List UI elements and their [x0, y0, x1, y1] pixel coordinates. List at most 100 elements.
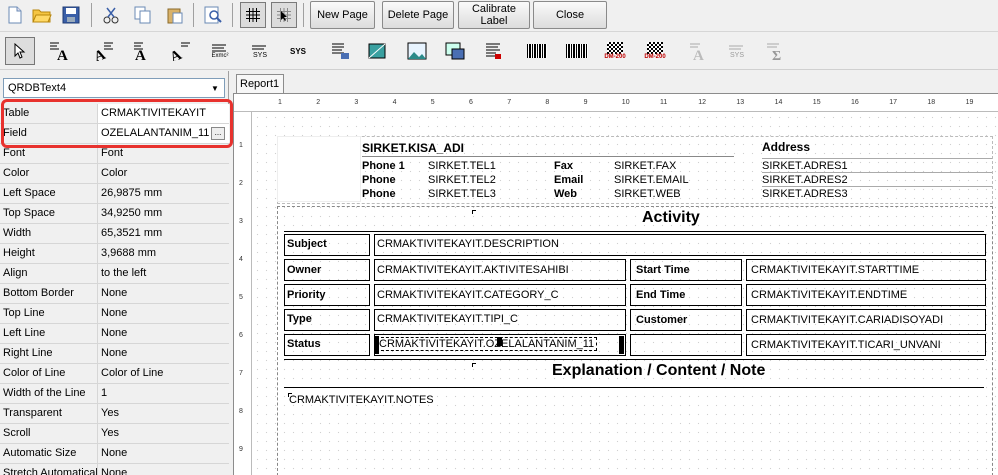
web-field[interactable]: SIRKET.WEB: [614, 188, 681, 200]
property-row[interactable]: Stretch Automatical None: [0, 464, 229, 475]
property-row[interactable]: Color of Line Color of Line: [0, 364, 229, 384]
property-value[interactable]: None: [98, 344, 229, 363]
email-field[interactable]: SIRKET.EMAIL: [614, 174, 689, 186]
system-data-icon[interactable]: SYS: [245, 37, 275, 65]
customer-field[interactable]: CRMAKTIVITEKAYIT.CARIADISOYADI: [751, 314, 943, 326]
property-value[interactable]: None: [98, 444, 229, 463]
web-label[interactable]: Web: [554, 188, 577, 200]
left-resize-handle[interactable]: [374, 336, 379, 354]
barcode-2-icon[interactable]: [562, 37, 592, 65]
phone3-label[interactable]: Phone: [362, 188, 396, 200]
property-value[interactable]: None: [98, 284, 229, 303]
snap-grid-icon[interactable]: [271, 2, 297, 28]
disabled-sys-icon[interactable]: SYS: [722, 37, 752, 65]
property-row[interactable]: Scroll Yes: [0, 424, 229, 444]
property-row[interactable]: Left Line None: [0, 324, 229, 344]
property-value[interactable]: None: [98, 304, 229, 323]
top-resize-handle[interactable]: [497, 337, 502, 346]
address2-field[interactable]: SIRKET.ADRES2: [762, 174, 848, 186]
tel3-field[interactable]: SIRKET.TEL3: [428, 188, 496, 200]
activity-title[interactable]: Activity: [642, 209, 700, 227]
tel1-field[interactable]: SIRKET.TEL1: [428, 160, 496, 172]
copy-icon[interactable]: [130, 2, 156, 28]
paste-icon[interactable]: [162, 2, 188, 28]
property-row[interactable]: Align to the left: [0, 264, 229, 284]
pointer-select-icon[interactable]: [5, 37, 35, 65]
status-label[interactable]: Status: [287, 338, 321, 350]
property-row[interactable]: Bottom Border None: [0, 284, 229, 304]
property-value[interactable]: Color: [98, 164, 229, 183]
delete-page-button[interactable]: Delete Page: [382, 1, 454, 29]
company-name-field[interactable]: SIRKET.KISA_ADI: [362, 141, 464, 155]
property-row[interactable]: Width 65,3521 mm: [0, 224, 229, 244]
property-row[interactable]: Top Line None: [0, 304, 229, 324]
report-canvas[interactable]: 123456789101112131415161718192 123456789…: [233, 93, 998, 475]
fax-field[interactable]: SIRKET.FAX: [614, 160, 676, 172]
customer-label[interactable]: Customer: [636, 314, 687, 326]
property-value[interactable]: 34,9250 mm: [98, 204, 229, 223]
property-row[interactable]: Height 3,9688 mm: [0, 244, 229, 264]
preview-icon[interactable]: [200, 2, 226, 28]
tel2-field[interactable]: SIRKET.TEL2: [428, 174, 496, 186]
richtext-icon[interactable]: [478, 37, 508, 65]
open-folder-icon[interactable]: [29, 2, 55, 28]
db-image-icon[interactable]: [440, 37, 470, 65]
property-value[interactable]: Yes: [98, 424, 229, 443]
email-label[interactable]: Email: [554, 174, 583, 186]
cut-icon[interactable]: [98, 2, 124, 28]
address1-field[interactable]: SIRKET.ADRES1: [762, 160, 848, 172]
property-value[interactable]: 3,9688 mm: [98, 244, 229, 263]
type-field[interactable]: CRMAKTIVITEKAYIT.TIPI_C: [377, 313, 518, 325]
end-time-label[interactable]: End Time: [636, 289, 685, 301]
system-data-2-icon[interactable]: SYS: [283, 37, 313, 65]
type-label[interactable]: Type: [287, 313, 312, 325]
ticari-unvani-field[interactable]: CRMAKTIVITEKAYIT.TICARI_UNVANI: [751, 339, 941, 351]
property-row[interactable]: Color Color: [0, 164, 229, 184]
property-row[interactable]: Transparent Yes: [0, 404, 229, 424]
datamatrix-icon[interactable]: DM-200: [600, 37, 630, 65]
new-file-icon[interactable]: [2, 2, 28, 28]
chevron-down-icon[interactable]: ▼: [207, 80, 223, 96]
property-value[interactable]: None: [98, 464, 229, 475]
status-field-selected[interactable]: CRMAKTIVITEKAYIT.OZELALANTANIM_11: [375, 337, 598, 351]
datamatrix-2-icon[interactable]: DM-200: [640, 37, 670, 65]
property-value[interactable]: 1: [98, 384, 229, 403]
owner-field[interactable]: CRMAKTIVITEKAYIT.AKTIVITESAHIBI: [377, 264, 569, 276]
phone2-label[interactable]: Phone: [362, 174, 396, 186]
calibrate-label-button[interactable]: Calibrate Label: [458, 1, 530, 29]
property-value[interactable]: to the left: [98, 264, 229, 283]
subject-label[interactable]: Subject: [287, 238, 327, 250]
address-label[interactable]: Address: [762, 140, 810, 154]
right-resize-handle[interactable]: [619, 336, 624, 354]
component-select[interactable]: QRDBText4 ▼: [3, 78, 225, 98]
property-value[interactable]: 26,9875 mm: [98, 184, 229, 203]
memo-icon[interactable]: [325, 37, 355, 65]
tab-report1[interactable]: Report1: [236, 74, 284, 93]
property-row[interactable]: Left Space 26,9875 mm: [0, 184, 229, 204]
expression-icon[interactable]: Exmc²: [205, 37, 235, 65]
end-time-field[interactable]: CRMAKTIVITEKAYIT.ENDTIME: [751, 289, 907, 301]
property-row[interactable]: Top Space 34,9250 mm: [0, 204, 229, 224]
property-value[interactable]: None: [98, 324, 229, 343]
disabled-label-icon[interactable]: A: [683, 37, 713, 65]
owner-label[interactable]: Owner: [287, 264, 321, 276]
start-time-field[interactable]: CRMAKTIVITEKAYIT.STARTTIME: [751, 264, 919, 276]
property-row[interactable]: Automatic Size None: [0, 444, 229, 464]
property-value[interactable]: 65,3521 mm: [98, 224, 229, 243]
shape-icon[interactable]: [362, 37, 392, 65]
db-text-icon[interactable]: A: [125, 37, 155, 65]
close-button[interactable]: Close: [533, 1, 607, 29]
image-icon[interactable]: [402, 37, 432, 65]
db-rotated-text-icon[interactable]: A: [165, 37, 195, 65]
sum-icon[interactable]: Σ: [760, 37, 790, 65]
category-field[interactable]: CRMAKTIVITEKAYIT.CATEGORY_C: [377, 289, 559, 301]
property-value[interactable]: Yes: [98, 404, 229, 423]
start-time-label[interactable]: Start Time: [636, 264, 690, 276]
address3-field[interactable]: SIRKET.ADRES3: [762, 188, 848, 200]
property-row[interactable]: Right Line None: [0, 344, 229, 364]
rotated-label-icon[interactable]: A: [88, 37, 118, 65]
barcode-icon[interactable]: [522, 37, 552, 65]
priority-label[interactable]: Priority: [287, 289, 326, 301]
logo-area[interactable]: [277, 136, 361, 202]
property-row[interactable]: Width of the Line 1: [0, 384, 229, 404]
